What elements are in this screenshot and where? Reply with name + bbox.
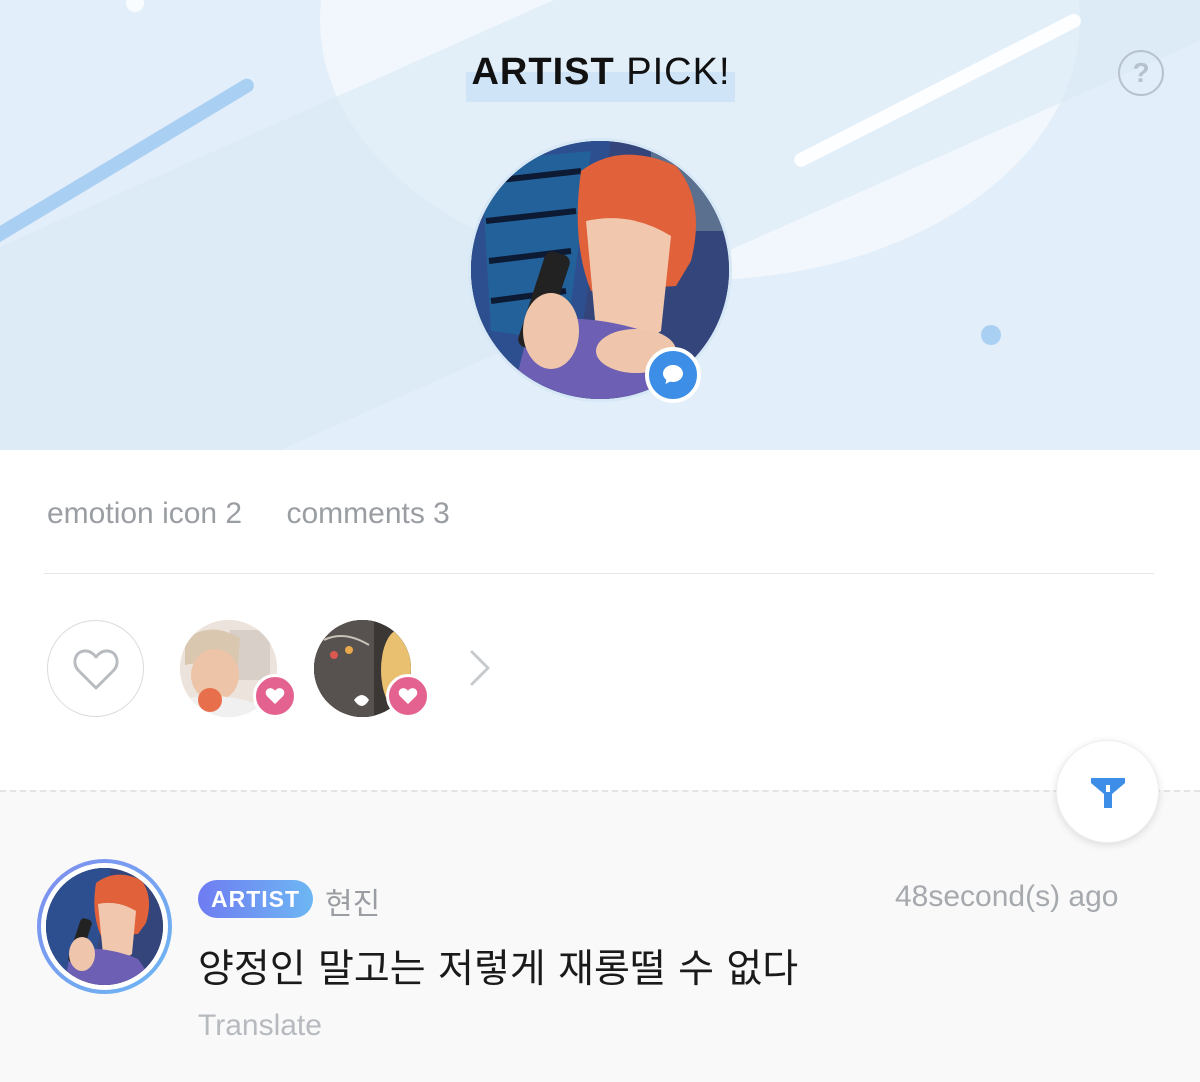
- comment-text: 양정인 말고는 저렇게 재롱떨 수 없다: [198, 947, 799, 992]
- comment-timestamp: 48second(s) ago: [895, 880, 1119, 913]
- help-button[interactable]: ?: [1118, 50, 1164, 96]
- comment-section: [0, 790, 1200, 1082]
- heart-icon: [398, 688, 418, 704]
- post-stats: emotion icon 2 comments 3: [47, 497, 486, 531]
- heart-icon: [265, 688, 285, 704]
- like-button[interactable]: [47, 620, 144, 717]
- comment-author[interactable]: 현진: [325, 879, 380, 923]
- comment-count[interactable]: comments 3: [286, 497, 449, 530]
- help-icon: ?: [1132, 57, 1150, 88]
- heart-reaction-badge: [253, 674, 297, 718]
- chat-bubble-icon: [663, 365, 683, 384]
- heart-outline-icon: [73, 649, 119, 690]
- chat-badge: [645, 347, 701, 403]
- translate-link[interactable]: Translate: [198, 1009, 322, 1043]
- filter-button[interactable]: [1056, 740, 1159, 843]
- title-bold: ARTIST: [471, 51, 615, 93]
- page-title: ARTIST PICK!: [466, 52, 736, 102]
- artist-badge: ARTIST: [198, 880, 313, 918]
- banner-decoration-dot: [126, 0, 144, 12]
- heart-reaction-badge: [386, 674, 430, 718]
- artist-pick-banner: ARTIST PICK! ?: [0, 0, 1200, 450]
- title-rest: PICK!: [614, 51, 731, 93]
- banner-decoration-dot: [981, 325, 1001, 345]
- commenter-avatar[interactable]: [46, 868, 163, 985]
- divider: [44, 573, 1154, 574]
- chevron-right-icon[interactable]: [466, 648, 496, 688]
- emotion-count[interactable]: emotion icon 2: [47, 497, 242, 530]
- filter-icon: [1091, 778, 1125, 808]
